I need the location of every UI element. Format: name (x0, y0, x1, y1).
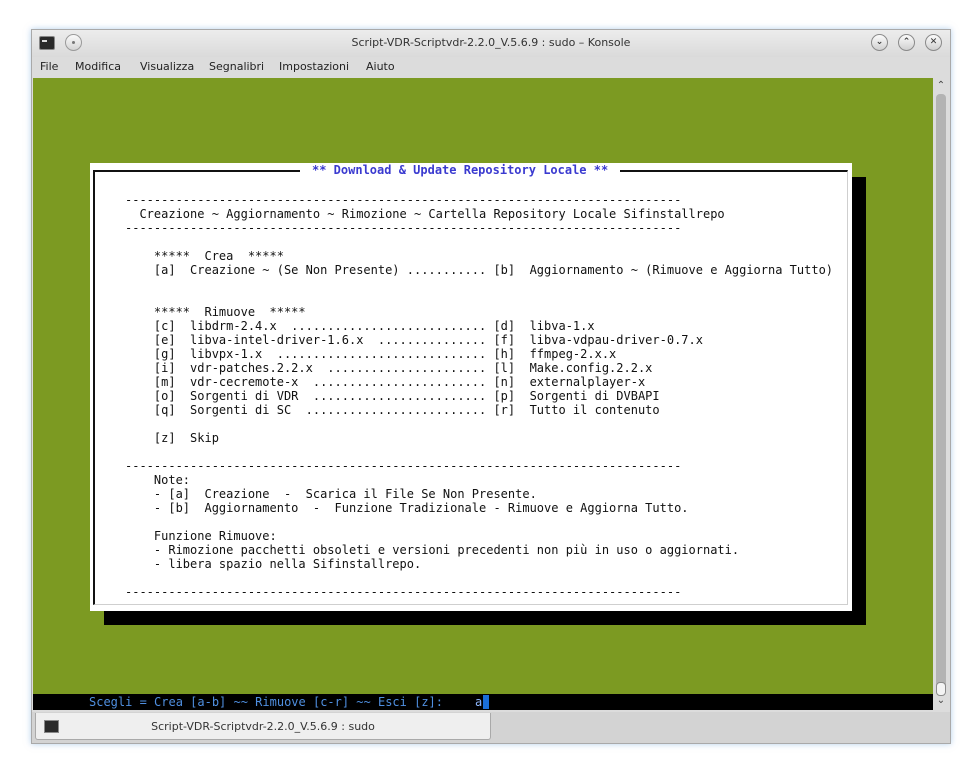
title-bar[interactable]: Script-VDR-Scriptvdr-2.2.0_V.5.6.9 : sud… (32, 30, 950, 57)
close-button[interactable]: ✕ (925, 34, 942, 51)
dialog-body-text: ----------------------------------------… (125, 193, 834, 599)
menu-modifica[interactable]: Modifica (75, 60, 121, 73)
session-tab[interactable]: Script-VDR-Scriptvdr-2.2.0_V.5.6.9 : sud… (35, 713, 491, 740)
terminal-area[interactable]: ** Download & Update Repository Locale *… (33, 78, 933, 710)
scroll-up-arrow-icon[interactable]: ⌃ (935, 81, 947, 91)
prompt-input[interactable]: a (475, 695, 489, 709)
menu-file[interactable]: File (40, 60, 58, 73)
tab-bar: Script-VDR-Scriptvdr-2.2.0_V.5.6.9 : sud… (32, 712, 950, 743)
scroll-track[interactable] (936, 94, 946, 696)
menu-dialog: ** Download & Update Repository Locale *… (90, 163, 852, 611)
menu-segnalibri[interactable]: Segnalibri (209, 60, 264, 73)
menu-bar: File Modifica Visualizza Segnalibri Impo… (32, 57, 950, 78)
scroll-down-arrow-icon[interactable]: ⌄ (935, 696, 947, 706)
konsole-window: Script-VDR-Scriptvdr-2.2.0_V.5.6.9 : sud… (31, 29, 951, 744)
menu-visualizza[interactable]: Visualizza (140, 60, 194, 73)
scrollbar[interactable]: ⌃ ⌄ (933, 78, 949, 710)
window-title: Script-VDR-Scriptvdr-2.2.0_V.5.6.9 : sud… (351, 36, 631, 49)
menu-impostazioni[interactable]: Impostazioni (279, 60, 349, 73)
menu-aiuto[interactable]: Aiuto (366, 60, 395, 73)
tab-label: Script-VDR-Scriptvdr-2.2.0_V.5.6.9 : sud… (151, 720, 375, 733)
dialog-title: ** Download & Update Repository Locale *… (300, 163, 621, 177)
maximize-button[interactable]: ⌃ (898, 34, 915, 51)
minimize-button[interactable]: ⌄ (871, 34, 888, 51)
prompt-label: Scegli = Crea [a-b] ~~ Rimuove [c-r] ~~ … (89, 695, 444, 709)
prompt-bar[interactable]: Scegli = Crea [a-b] ~~ Rimuove [c-r] ~~ … (33, 694, 933, 710)
scroll-handle[interactable] (936, 682, 946, 696)
